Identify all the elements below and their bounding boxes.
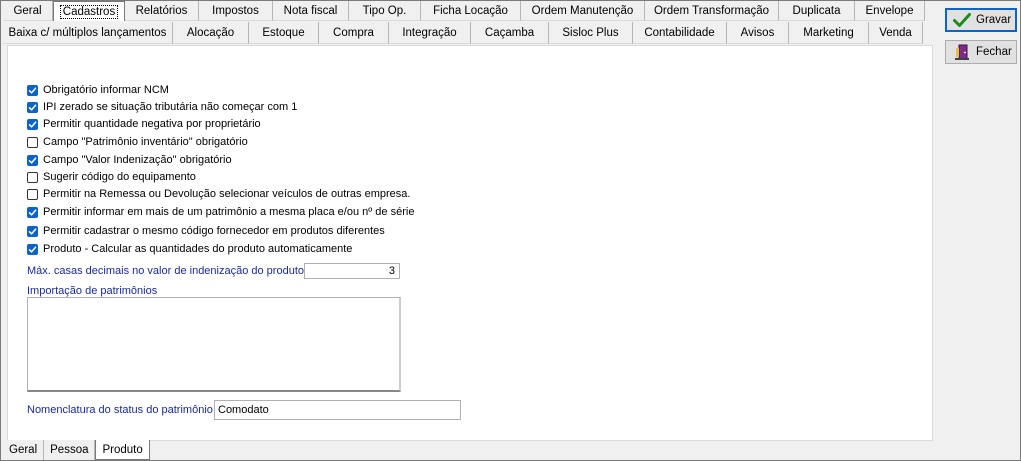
tab-label: Nota fiscal (283, 4, 338, 17)
checkbox-row[interactable]: Sugerir código do equipamento (27, 169, 196, 185)
tab-avisos[interactable]: Avisos (727, 22, 789, 44)
checkbox-unchecked[interactable] (27, 188, 38, 200)
settings-window: Geral Cadastros Relatórios Impostos Nota fis… (0, 0, 1021, 461)
tab-label: Estoque (262, 26, 305, 39)
tab-venda[interactable]: Venda (869, 22, 923, 44)
tab-label: Impostos (212, 4, 259, 17)
tab-contabilidade[interactable]: Contabilidade (633, 22, 727, 44)
save-button[interactable]: Gravar (945, 8, 1017, 32)
checkbox-row[interactable]: Campo "Valor Indenização" obrigatório (27, 152, 232, 168)
save-button-label: Gravar (976, 14, 1012, 26)
tab-envelope[interactable]: Envelope (855, 1, 925, 21)
checkbox-unchecked[interactable] (27, 136, 38, 148)
tab-label: Caçamba (484, 26, 535, 39)
checkbox-row[interactable]: Permitir na Remessa ou Devolução selecio… (27, 186, 410, 202)
tab-label: Ordem Manutenção (531, 4, 634, 17)
checkbox-checked[interactable] (27, 118, 38, 130)
bottom-tab-pessoa[interactable]: Pessoa (44, 440, 96, 460)
tab-compra[interactable]: Compra (319, 22, 389, 44)
checkbox-row[interactable]: Produto - Calcular as quantidades do pro… (27, 241, 352, 257)
tab-tipo-op[interactable]: Tipo Op. (349, 1, 421, 21)
checkbox-row[interactable]: Permitir quantidade negativa por proprie… (27, 116, 261, 132)
exit-door-icon (952, 43, 972, 61)
tab-geral[interactable]: Geral (3, 1, 53, 21)
checkbox-label: Permitir informar em mais de um patrimôn… (43, 206, 415, 218)
checkbox-label: Sugerir código do equipamento (43, 171, 196, 183)
checkmark-icon (952, 11, 972, 29)
tab-cacamba[interactable]: Caçamba (471, 22, 549, 44)
checkbox-label: Campo "Valor Indenização" obrigatório (43, 154, 232, 166)
tab-cadastros[interactable]: Cadastros (53, 1, 125, 21)
tab-nota-fiscal[interactable]: Nota fiscal (273, 1, 349, 21)
tab-label: Relatórios (135, 4, 188, 17)
checkbox-label: IPI zerado se situação tributária não co… (43, 101, 298, 113)
checkbox-row[interactable]: Permitir cadastrar o mesmo código fornec… (27, 223, 385, 239)
decimals-input[interactable]: 3 (304, 263, 400, 279)
tab-label: Cadastros (59, 4, 119, 19)
checkbox-label: Permitir na Remessa ou Devolução selecio… (43, 188, 411, 200)
close-button-label: Fechar (976, 46, 1012, 58)
checkbox-row[interactable]: Permitir informar em mais de um patrimôn… (27, 204, 414, 220)
checkbox-row[interactable]: IPI zerado se situação tributária não co… (27, 99, 297, 115)
tab-relatorios[interactable]: Relatórios (125, 1, 199, 21)
tab-label: Envelope (865, 4, 914, 17)
tab-row-1: Geral Cadastros Relatórios Impostos Nota fis… (3, 1, 925, 21)
tab-row-2: Baixa c/ múltiplos lançamentos Alocação Es… (3, 22, 923, 44)
checkbox-checked[interactable] (27, 154, 38, 166)
tab-label: Marketing (803, 26, 854, 39)
tab-ordem-manutencao[interactable]: Ordem Manutenção (521, 1, 645, 21)
tab-alocacao[interactable]: Alocação (173, 22, 249, 44)
status-nomenclature-label: Nomenclatura do status do patrimônio (27, 404, 213, 416)
checkbox-checked[interactable] (27, 225, 38, 237)
tab-label: Avisos (740, 26, 775, 39)
tab-baixa-c-multiplos-lancamentos[interactable]: Baixa c/ múltiplos lançamentos (3, 22, 173, 44)
tab-label: Ordem Transformação (653, 4, 770, 17)
tab-label: Venda (879, 26, 912, 39)
tab-label: Ficha Locação (433, 4, 508, 17)
tab-impostos[interactable]: Impostos (199, 1, 273, 21)
status-nomenclature-input[interactable]: Comodato (214, 400, 461, 420)
close-button[interactable]: Fechar (945, 40, 1017, 64)
tab-ficha-locacao[interactable]: Ficha Locação (421, 1, 521, 21)
bottom-tab-row: Geral Pessoa Produto (3, 440, 150, 460)
checkbox-checked[interactable] (27, 243, 38, 255)
tab-label: Sisloc Plus (562, 26, 619, 39)
bottom-tab-geral[interactable]: Geral (3, 440, 45, 460)
tab-label: Compra (333, 26, 374, 39)
checkbox-checked[interactable] (27, 84, 38, 96)
import-textarea[interactable] (27, 297, 401, 392)
tab-label: Integração (402, 26, 457, 39)
checkbox-label: Permitir quantidade negativa por proprie… (43, 118, 261, 130)
tab-label: Contabilidade (644, 26, 715, 39)
import-label: Importação de patrimônios (27, 285, 158, 297)
checkbox-row[interactable]: Obrigatório informar NCM (27, 82, 169, 98)
checkbox-label: Obrigatório informar NCM (43, 84, 169, 96)
tab-marketing[interactable]: Marketing (789, 22, 869, 44)
bottom-tab-produto[interactable]: Produto (95, 440, 150, 460)
checkbox-checked[interactable] (27, 206, 38, 218)
tab-label: Tipo Op. (362, 4, 407, 17)
decimals-label: Máx. casas decimais no valor de indeniza… (27, 265, 304, 277)
tab-sisloc-plus[interactable]: Sisloc Plus (549, 22, 633, 44)
tab-label: Geral (13, 4, 42, 17)
checkbox-unchecked[interactable] (27, 171, 38, 183)
cadastros-panel: Obrigatório informar NCM IPI zerado se si… (7, 45, 933, 441)
checkbox-checked[interactable] (27, 101, 38, 113)
checkbox-label: Campo "Patrimônio inventário" obrigatóri… (43, 136, 248, 148)
tab-label: Duplicata (792, 4, 841, 17)
checkbox-label: Permitir cadastrar o mesmo código fornec… (43, 225, 385, 237)
tab-ordem-transformacao[interactable]: Ordem Transformação (645, 1, 779, 21)
tab-integracao[interactable]: Integração (389, 22, 471, 44)
tab-duplicata[interactable]: Duplicata (779, 1, 855, 21)
tab-label: Baixa c/ múltiplos lançamentos (8, 26, 167, 39)
checkbox-row[interactable]: Campo "Patrimônio inventário" obrigatóri… (27, 134, 248, 150)
tab-estoque[interactable]: Estoque (249, 22, 319, 44)
tab-label: Alocação (186, 26, 235, 39)
checkbox-label: Produto - Calcular as quantidades do pro… (43, 243, 353, 255)
